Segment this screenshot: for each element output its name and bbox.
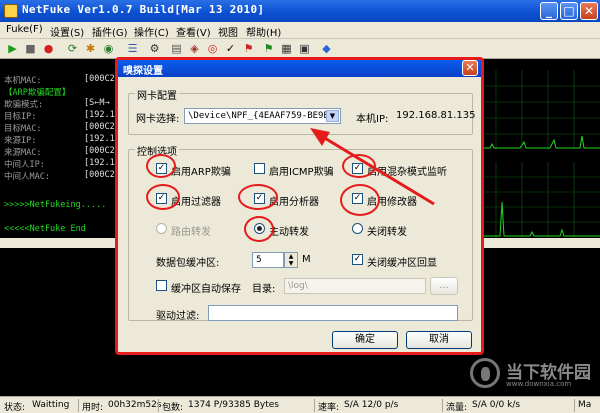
flag-icon[interactable]: ⚑	[242, 42, 255, 55]
list-icon[interactable]: ☰	[126, 42, 139, 55]
capture-icon[interactable]: ◈	[188, 42, 201, 55]
refresh-icon[interactable]: ⟳	[66, 42, 79, 55]
info-panel: 本机MAC: [000C29 【ARP欺骗配置】 欺骗模式: [S←M→ 目标I…	[0, 70, 120, 238]
settings-icon[interactable]: ⚙	[148, 42, 161, 55]
menu-operate[interactable]: 操作(C)	[134, 24, 169, 39]
plugin-icon[interactable]: ✱	[84, 42, 97, 55]
fukeing-line: >>>>>NetFukeing.....	[4, 200, 107, 210]
traffic-graph-receive	[470, 162, 600, 238]
info-value: [S←M→	[84, 98, 110, 108]
status-rate: S/A 12/0 p/s	[344, 400, 399, 410]
annotation-circle-active-forward	[244, 216, 274, 242]
stop-icon[interactable]: ■	[24, 42, 37, 55]
status-flow-label: 流量:	[446, 403, 468, 413]
window-title: NetFuke Ver1.0.7 Build[Mar 13 2010]	[22, 3, 265, 16]
menu-plugins[interactable]: 插件(G)	[92, 24, 128, 39]
main-titlebar: NetFuke Ver1.0.7 Build[Mar 13 2010] _ □ …	[0, 0, 600, 22]
info-label: 目标MAC:	[4, 124, 42, 134]
traffic-graph-send	[470, 70, 600, 150]
maximize-button[interactable]: □	[560, 2, 578, 20]
annotation-circle-filter	[146, 184, 180, 210]
status-state-label: 状态:	[4, 403, 26, 413]
target-icon[interactable]: ◎	[206, 42, 219, 55]
end-line: <<<<<NetFuke End	[4, 224, 86, 234]
menu-settings[interactable]: 设置(S)	[50, 24, 84, 39]
flag-green-icon[interactable]: ⚑	[262, 42, 275, 55]
info-label: 欺骗模式:	[4, 100, 44, 110]
network-icon[interactable]: ◉	[102, 42, 115, 55]
annotation-circle-analyzer	[238, 184, 278, 210]
info-label: 来源IP:	[4, 136, 37, 146]
toolbar: ▶ ■ ● ⟳ ✱ ◉ ☰ ⚙ ▤ ◈ ◎ ✓ ⚑ ⚑ ▦ ▣ ◆	[0, 39, 600, 59]
status-flow: S/A 0/0 k/s	[472, 400, 521, 410]
status-packets: 1374 P/93385 Bytes	[188, 400, 279, 410]
status-state: Waitting	[32, 400, 70, 410]
info-label: 中间人MAC:	[4, 172, 50, 182]
info-label: 本机MAC:	[4, 76, 42, 86]
arp-config-header: 【ARP欺骗配置】	[4, 88, 71, 98]
status-tail: Ma	[578, 400, 592, 410]
info-label: 中间人IP:	[4, 160, 45, 170]
watermark-logo-icon	[470, 358, 500, 388]
menu-layout[interactable]: 视图	[218, 24, 238, 39]
status-bar: 状态: Waitting 用时: 00h32m52s 包数: 1374 P/93…	[0, 396, 600, 413]
info-label: 来源MAC:	[4, 148, 42, 158]
watermark: 当下软件园 www.downxia.com	[470, 356, 600, 394]
info-label: 目标IP:	[4, 112, 37, 122]
start-icon[interactable]: ▶	[6, 42, 19, 55]
table-icon[interactable]: ▤	[170, 42, 183, 55]
minimize-button[interactable]: _	[540, 2, 558, 20]
record-icon[interactable]: ●	[42, 42, 55, 55]
annotation-arrow	[310, 128, 435, 206]
panel-divider-right	[470, 238, 600, 248]
menu-fuke[interactable]: Fuke(F)	[6, 24, 43, 35]
status-rate-label: 速率:	[318, 403, 340, 413]
menu-bar: Fuke(F) 设置(S) 插件(G) 操作(C) 查看(V) 视图 帮助(H)	[0, 22, 600, 39]
menu-view[interactable]: 查看(V)	[176, 24, 211, 39]
annotation-circle-arp	[146, 154, 176, 178]
app-icon	[4, 4, 18, 18]
info-icon[interactable]: ◆	[320, 42, 333, 55]
log-icon[interactable]: ▦	[280, 42, 293, 55]
window-icon[interactable]: ▣	[298, 42, 311, 55]
status-time: 00h32m52s	[108, 400, 162, 410]
close-button[interactable]: ✕	[580, 2, 598, 20]
status-packets-label: 包数:	[162, 403, 184, 413]
status-time-label: 用时:	[82, 403, 104, 413]
menu-help[interactable]: 帮助(H)	[246, 24, 281, 39]
check-icon[interactable]: ✓	[224, 42, 237, 55]
watermark-url: www.downxia.com	[506, 380, 572, 388]
